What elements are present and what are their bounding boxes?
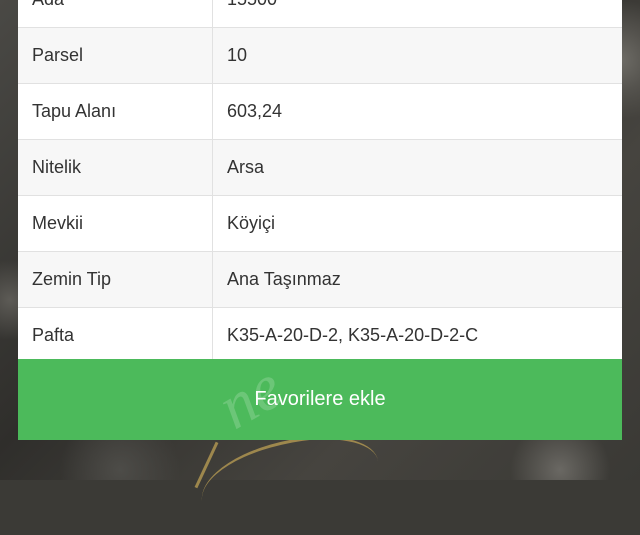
row-value: Köyiçi [227, 213, 276, 233]
row-label: Nitelik [18, 140, 213, 195]
property-details-table: Ada 15500 Parsel 10 Tapu Alanı 603,24 Ni… [18, 0, 622, 364]
row-label: Pafta [18, 308, 213, 363]
row-label: Parsel [18, 28, 213, 83]
table-row: Ada 15500 [18, 0, 622, 28]
table-row: Nitelik Arsa [18, 140, 622, 196]
row-label: Zemin Tip [18, 252, 213, 307]
row-value: Ana Taşınmaz [227, 269, 341, 289]
row-value: 603,24 [227, 101, 283, 121]
row-label: Tapu Alanı [18, 84, 213, 139]
add-to-favorites-button[interactable]: Favorilere ekle [18, 359, 622, 440]
table-row: Mevkii Köyiçi [18, 196, 622, 252]
row-value: 10 [227, 45, 248, 65]
row-label: Ada [18, 0, 213, 27]
row-label: Mevkii [18, 196, 213, 251]
row-value: 15500 [213, 0, 622, 27]
table-row: Parsel 10 [18, 28, 622, 84]
table-row: Zemin Tip Ana Taşınmaz [18, 252, 622, 308]
row-value: K35-A-20-D-2, K35-A-20-D-2-C [227, 325, 479, 345]
table-row: Pafta K35-A-20-D-2, K35-A-20-D-2-C [18, 308, 622, 364]
table-row: Tapu Alanı 603,24 [18, 84, 622, 140]
row-value: Arsa [227, 157, 265, 177]
